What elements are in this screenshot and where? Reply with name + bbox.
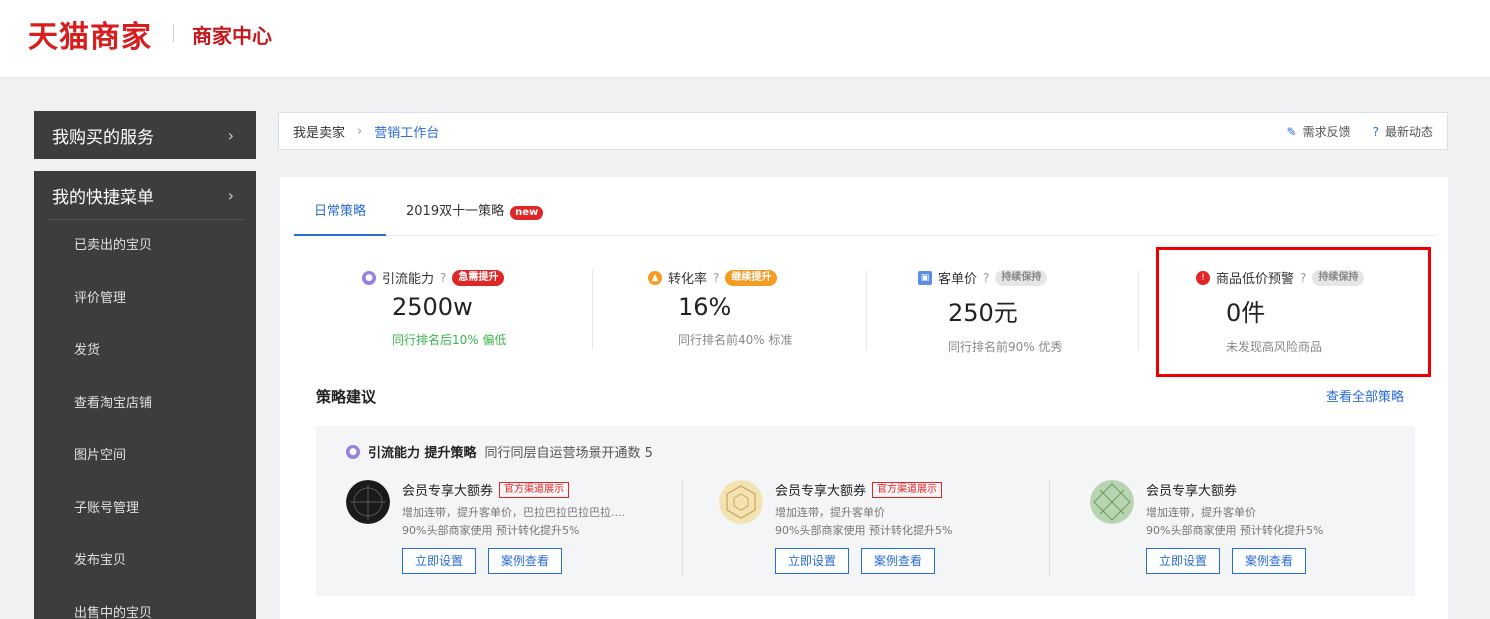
coupon-image <box>1090 480 1134 524</box>
setup-button[interactable]: 立即设置 <box>1146 548 1221 574</box>
traffic-icon: ● <box>346 444 360 459</box>
strategy-heading: 引流能力 提升策略 <box>368 446 477 461</box>
conversion-icon: ▲ <box>648 270 662 285</box>
coupon-title: 会员专享大额券 <box>1146 484 1238 499</box>
metric-value: 250元 <box>948 299 1018 327</box>
page-title: 商家中心 <box>192 24 272 48</box>
section-title: 策略建议 <box>316 388 377 406</box>
strategy-tabs: 日常策略 2019双十一策略 new <box>294 188 1436 236</box>
coupon-image <box>346 480 390 524</box>
sidebar-item[interactable]: 出售中的宝贝 <box>34 588 256 619</box>
help-icon: ? <box>1372 124 1379 139</box>
coupon-title: 会员专享大额券 <box>402 484 494 499</box>
coupon-desc: 增加连带，提升客单价 <box>775 506 885 519</box>
top-bar: 天猫商家 商家中心 <box>0 0 1490 78</box>
sidebar-services[interactable]: 我购买的服务 › <box>34 111 256 159</box>
metric-conversion: ▲ 转化率 ? 继续提升 16% 同行排名前40% 标准 <box>648 268 898 348</box>
news-link[interactable]: ? 最新动态 <box>1373 123 1433 140</box>
case-view-button[interactable]: 案例查看 <box>488 548 563 574</box>
setup-button[interactable]: 立即设置 <box>775 548 850 574</box>
breadcrumb: 我是卖家 › 营销工作台 ✎ 需求反馈 ? 最新动态 <box>278 112 1448 150</box>
breadcrumb-root[interactable]: 我是卖家 <box>293 122 345 141</box>
metric-value: 2500w <box>392 293 473 321</box>
metric-value: 16% <box>678 293 732 321</box>
brand-divider <box>173 24 174 42</box>
quick-menu-label: 我的快捷菜单 <box>52 187 154 208</box>
status-badge: 急需提升 <box>452 269 505 286</box>
coupon-card: 会员专享大额券 官方渠道展示 增加连带，提升客单价 90%头部商家使用 预计转化提… <box>719 480 1049 580</box>
case-view-button[interactable]: 案例查看 <box>1232 548 1307 574</box>
case-view-button[interactable]: 案例查看 <box>861 548 936 574</box>
help-icon[interactable]: ? <box>713 271 719 285</box>
metric-label: 客单价 <box>938 272 978 287</box>
channel-badge: 官方渠道展示 <box>499 481 570 498</box>
sidebar-item[interactable]: 已卖出的宝贝 <box>34 220 256 273</box>
chevron-right-icon: › <box>227 185 234 205</box>
sidebar-item[interactable]: 查看淘宝店铺 <box>34 378 256 431</box>
metric-sub: 同行排名后10% 偏低 <box>392 333 507 347</box>
metric-traffic: ● 引流能力 ? 急需提升 2500w 同行排名后10% 偏低 <box>362 268 612 348</box>
channel-badge: 官方渠道展示 <box>872 481 943 498</box>
tab-double11[interactable]: 2019双十一策略 new <box>386 188 563 236</box>
quick-menu-header[interactable]: 我的快捷菜单 › <box>34 171 256 219</box>
view-all-link[interactable]: 查看全部策略 <box>1326 386 1404 405</box>
new-badge: new <box>510 206 544 220</box>
sidebar-item[interactable]: 发货 <box>34 325 256 378</box>
coupon-title: 会员专享大额券 <box>775 484 867 499</box>
sidebar-item[interactable]: 子账号管理 <box>34 483 256 536</box>
brand-logo[interactable]: 天猫商家 <box>28 12 152 56</box>
metric-sub: 同行排名前90% 优秀 <box>948 340 1063 354</box>
metric-unit-price: ▣ 客单价 ? 持续保持 250元 同行排名前90% 优秀 <box>918 268 1168 355</box>
traffic-icon: ● <box>362 270 376 285</box>
feedback-link[interactable]: ✎ 需求反馈 <box>1287 123 1351 140</box>
coupon-card: 会员专享大额券 增加连带，提升客单价 90%头部商家使用 预计转化提升5% 立即… <box>1090 480 1420 580</box>
sidebar-quick-menu: 我的快捷菜单 › 已卖出的宝贝 评价管理 发货 查看淘宝店铺 图片空间 子账号管理… <box>34 171 256 619</box>
tab-daily[interactable]: 日常策略 <box>294 188 387 236</box>
price-icon: ▣ <box>918 270 932 285</box>
sidebar-services-label: 我购买的服务 <box>52 127 154 148</box>
metric-label: 引流能力 <box>382 272 435 287</box>
coupon-stats: 90%头部商家使用 预计转化提升5% <box>402 524 580 537</box>
strategy-panel: ● 引流能力 提升策略 同行同层自运营场景开通数 5 会员专享大额券 官方渠道展示… <box>316 426 1415 596</box>
help-icon[interactable]: ? <box>983 271 989 285</box>
sidebar-item[interactable]: 图片空间 <box>34 430 256 483</box>
sidebar: 我购买的服务 › 我的快捷菜单 › 已卖出的宝贝 评价管理 发货 查看淘宝店铺 图片… <box>34 111 256 619</box>
status-badge: 持续保持 <box>995 269 1048 286</box>
metric-sub: 同行排名前40% 标准 <box>678 333 793 347</box>
help-icon[interactable]: ? <box>440 271 446 285</box>
sidebar-item[interactable]: 发布宝贝 <box>34 535 256 588</box>
chevron-right-icon: › <box>227 125 234 145</box>
edit-icon: ✎ <box>1286 124 1297 139</box>
metric-label: 转化率 <box>668 272 708 287</box>
coupon-desc: 增加连带，提升客单价，巴拉巴拉巴拉巴拉.... <box>402 506 625 519</box>
strategy-note: 同行同层自运营场景开通数 5 <box>484 446 653 461</box>
status-badge: 继续提升 <box>725 269 778 286</box>
chevron-right-icon: › <box>357 123 363 139</box>
coupon-card: 会员专享大额券 官方渠道展示 增加连带，提升客单价，巴拉巴拉巴拉巴拉.... 90… <box>346 480 676 580</box>
breadcrumb-current[interactable]: 营销工作台 <box>374 122 439 141</box>
coupon-stats: 90%头部商家使用 预计转化提升5% <box>775 524 953 537</box>
sidebar-item[interactable]: 评价管理 <box>34 273 256 326</box>
setup-button[interactable]: 立即设置 <box>402 548 477 574</box>
coupon-stats: 90%头部商家使用 预计转化提升5% <box>1146 524 1324 537</box>
coupon-desc: 增加连带，提升客单价 <box>1146 506 1256 519</box>
coupon-image <box>719 480 763 524</box>
highlight-box <box>1156 247 1431 377</box>
